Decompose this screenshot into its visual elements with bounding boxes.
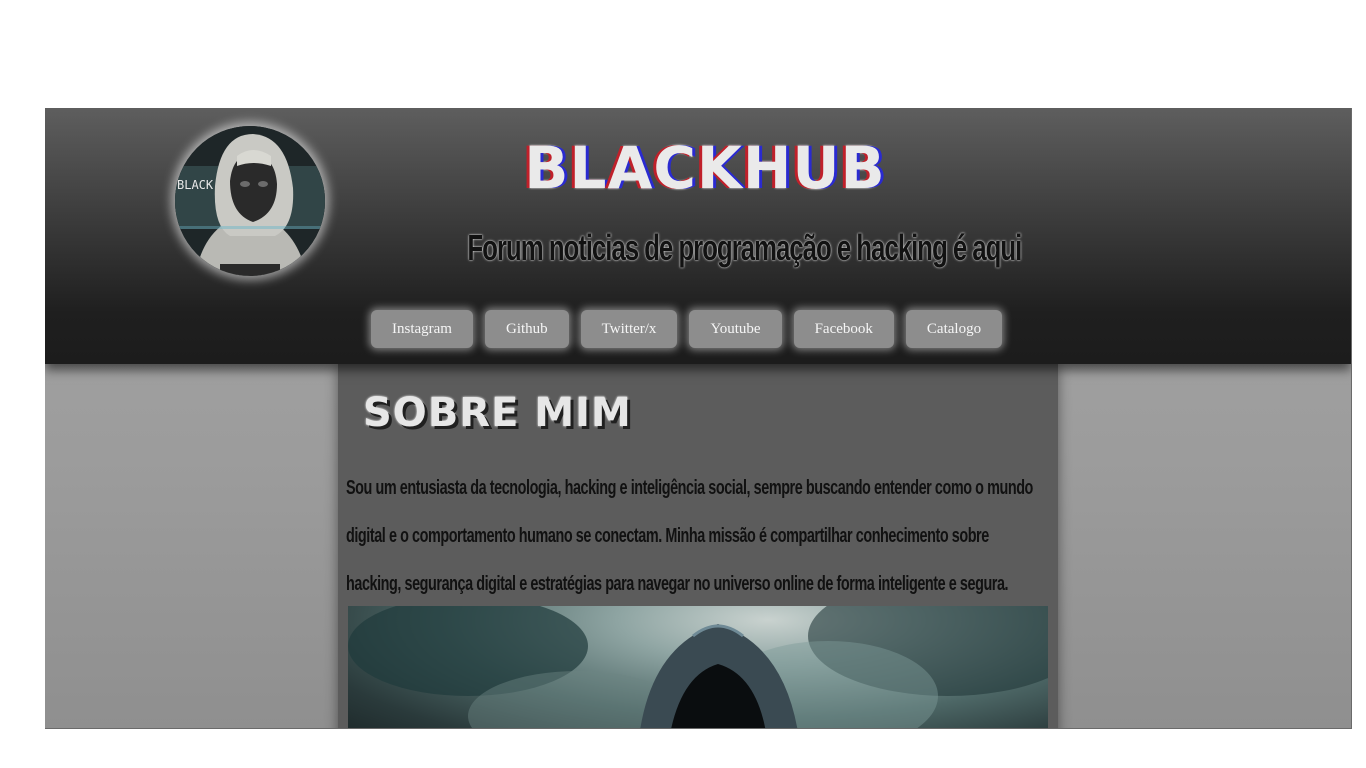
page: BLACK BLACKHUB Forum noticias de program…	[45, 108, 1352, 729]
site-logo-title: BLACKHUB	[524, 134, 886, 202]
main-nav: Instagram Github Twitter/x Youtube Faceb…	[371, 310, 1003, 348]
about-text: Sou um entusiasta da tecnologia, hacking…	[346, 477, 1033, 595]
nav-youtube-button[interactable]: Youtube	[689, 310, 782, 348]
hooded-figure-image	[175, 126, 325, 276]
avatar-caption: BLACK	[177, 178, 214, 192]
site-header: BLACK BLACKHUB Forum noticias de program…	[45, 108, 1351, 364]
nav-instagram-button[interactable]: Instagram	[371, 310, 473, 348]
site-tagline: Forum noticias de programação e hacking …	[467, 227, 1022, 268]
nav-facebook-button[interactable]: Facebook	[793, 310, 894, 348]
about-title: SOBRE MIM	[363, 390, 632, 436]
about-section: SOBRE MIM Sou um entusiasta da tecnologi…	[338, 364, 1058, 728]
nav-catalogo-button[interactable]: Catalogo	[905, 310, 1003, 348]
hooded-hacker-illustration	[348, 606, 1048, 728]
nav-github-button[interactable]: Github	[484, 310, 569, 348]
hooded-hacker-image	[348, 606, 1048, 728]
nav-twitter-button[interactable]: Twitter/x	[580, 310, 678, 348]
avatar: BLACK	[175, 126, 325, 276]
